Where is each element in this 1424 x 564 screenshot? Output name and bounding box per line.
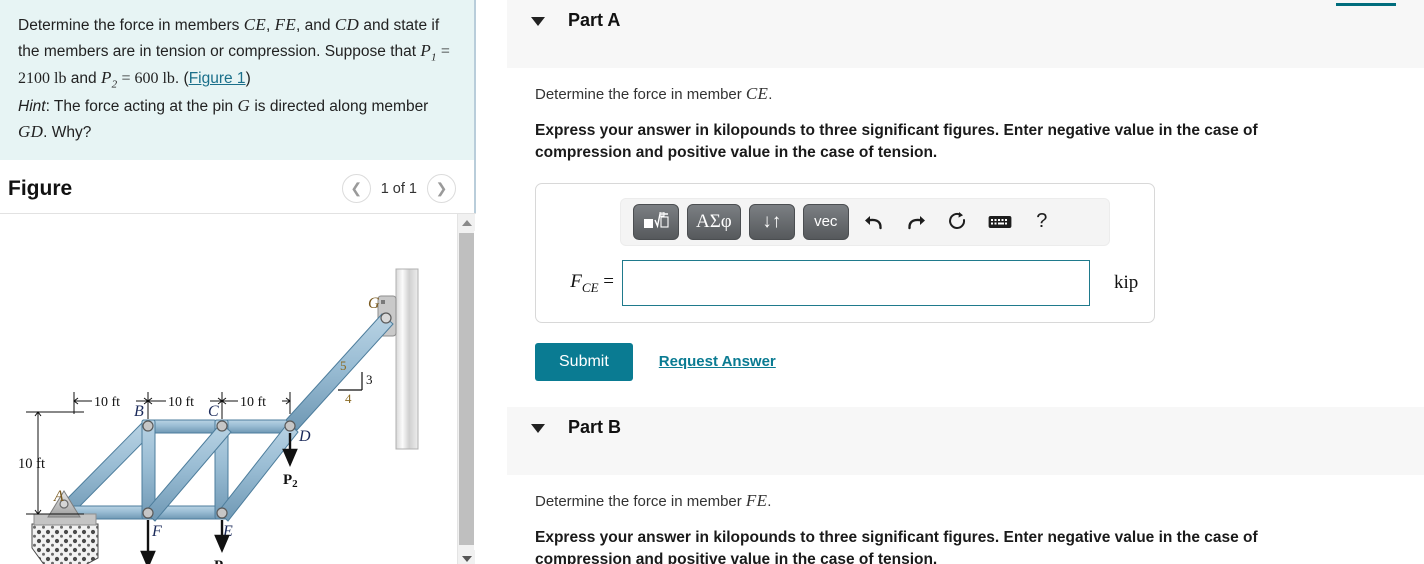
hint-text-2: is directed along member xyxy=(250,98,429,116)
part-b-body: Determine the force in member FE. Expres… xyxy=(478,475,1424,564)
svg-text:C: C xyxy=(208,403,219,420)
svg-text:F: F xyxy=(151,523,162,540)
svg-text:10 ft: 10 ft xyxy=(240,395,266,410)
submit-button[interactable]: Submit xyxy=(535,342,633,381)
request-answer-link[interactable]: Request Answer xyxy=(659,353,776,370)
svg-text:3: 3 xyxy=(366,372,373,387)
keyboard-icon[interactable] xyxy=(983,205,1017,239)
math-toolbar: ΑΣφ ↓↑ vec ? xyxy=(620,197,1110,246)
p1-symbol: P1 xyxy=(420,40,437,63)
part-b-prompt: Determine the force in member FE. xyxy=(535,491,1424,511)
caret-down-icon[interactable] xyxy=(531,423,545,433)
question-line1-pre: Determine the force in members xyxy=(18,17,244,34)
hint-text-1: : The force acting at the pin xyxy=(45,98,238,116)
part-a-prompt: Determine the force in member CE. xyxy=(535,84,1424,104)
svg-text:D: D xyxy=(298,428,311,445)
hint-text-3: . Why? xyxy=(43,123,92,141)
svg-text:P2: P2 xyxy=(283,472,298,490)
part-b-prompt-pre: Determine the force in member xyxy=(535,492,746,510)
sep-1: , xyxy=(266,17,275,34)
template-root-icon xyxy=(644,211,669,229)
part-a-answer-input[interactable] xyxy=(622,259,1090,306)
part-b-title: Part B xyxy=(568,416,622,437)
part-a-answer-row: FCE = kip xyxy=(550,259,1140,306)
svg-text:A: A xyxy=(53,488,64,505)
part-a-prompt-pre: Determine the force in member xyxy=(535,86,746,103)
sort-arrows-button[interactable]: ↓↑ xyxy=(748,203,795,240)
part-b-instruction: Express your answer in kilopounds to thr… xyxy=(535,528,1258,564)
figure-pager: ❮ 1 of 1 ❯ xyxy=(341,174,456,204)
template-root-button[interactable] xyxy=(633,203,679,240)
svg-text:P2: P2 xyxy=(214,558,229,564)
caret-down-icon[interactable] xyxy=(531,17,545,26)
right-panel: Part A Determine the force in member CE.… xyxy=(478,0,1424,564)
figure-scrollbar[interactable] xyxy=(457,214,475,564)
greek-symbols-button[interactable]: ΑΣφ xyxy=(687,203,741,240)
member-cd-label: CD xyxy=(334,15,360,34)
part-a-prompt-post: . xyxy=(768,86,773,103)
sep-2: , and xyxy=(296,17,335,34)
question-panel: Determine the force in members CE, FE, a… xyxy=(0,0,474,161)
figure-viewport: 10 ft 10 ft 10 ft 10 ft A B C D E F G P2… xyxy=(0,213,476,564)
part-a-answer-label: FCE = xyxy=(570,270,614,295)
scroll-down-icon[interactable] xyxy=(458,550,475,564)
page-root: Determine the force in members CE, FE, a… xyxy=(0,0,1424,564)
part-a-answer-box: ΑΣφ ↓↑ vec ? FCE = kip xyxy=(535,182,1155,323)
help-icon[interactable]: ? xyxy=(1025,205,1059,239)
part-a-header[interactable]: Part A xyxy=(507,0,1424,68)
figure-1-link[interactable]: Figure 1 xyxy=(189,70,246,87)
svg-text:10 ft: 10 ft xyxy=(94,395,120,410)
part-a-unit-label: kip xyxy=(1114,271,1139,293)
truss-diagram: 10 ft 10 ft 10 ft 10 ft A B C D E F G P2… xyxy=(18,268,419,564)
part-b-prompt-post: . xyxy=(767,492,772,510)
part-a-actions: Submit Request Answer xyxy=(535,342,1424,381)
figure-title: Figure xyxy=(8,176,73,200)
and-text: and xyxy=(66,70,101,88)
hint-label: Hint xyxy=(18,98,46,116)
member-ce-label: CE xyxy=(243,15,267,34)
top-accent-rule xyxy=(1336,3,1396,6)
p2-symbol: P2 xyxy=(100,68,118,91)
part-b-member: FE xyxy=(745,490,768,510)
chevron-right-icon[interactable]: ❯ xyxy=(427,174,456,204)
scrollbar-thumb[interactable] xyxy=(459,233,474,546)
paren-open: . ( xyxy=(174,70,189,88)
pin-g-label: G xyxy=(237,96,251,116)
wall-column xyxy=(395,268,419,450)
scroll-up-icon[interactable] xyxy=(458,214,475,232)
ground-support xyxy=(31,523,99,564)
svg-text:10 ft: 10 ft xyxy=(168,395,194,410)
redo-icon[interactable] xyxy=(899,205,933,239)
question-text: Determine the force in members CE, FE, a… xyxy=(18,12,460,144)
p2-value: = 600 lb xyxy=(117,70,175,88)
svg-text:4: 4 xyxy=(345,391,352,406)
figure-header: Figure ❮ 1 of 1 ❯ xyxy=(0,160,474,213)
member-fe-label: FE xyxy=(274,15,297,34)
svg-text:10 ft: 10 ft xyxy=(18,456,45,472)
chevron-left-icon[interactable]: ❮ xyxy=(341,174,371,204)
reset-icon[interactable] xyxy=(941,205,975,239)
svg-text:G: G xyxy=(368,295,380,312)
svg-text:5: 5 xyxy=(340,358,347,373)
vector-button[interactable]: vec xyxy=(802,203,849,240)
part-a-body: Determine the force in member CE. Expres… xyxy=(478,68,1424,381)
left-panel: Determine the force in members CE, FE, a… xyxy=(0,0,476,564)
undo-icon[interactable] xyxy=(857,205,891,239)
part-a-member: CE xyxy=(745,84,769,103)
paren-close: ) xyxy=(245,70,251,88)
pager-label: 1 of 1 xyxy=(380,180,417,197)
member-gd-label: GD xyxy=(18,121,44,141)
svg-text:B: B xyxy=(134,403,144,420)
part-a-instruction: Express your answer in kilopounds to thr… xyxy=(535,122,1258,162)
part-a-title: Part A xyxy=(568,10,621,30)
part-b-header[interactable]: Part B xyxy=(507,406,1424,475)
